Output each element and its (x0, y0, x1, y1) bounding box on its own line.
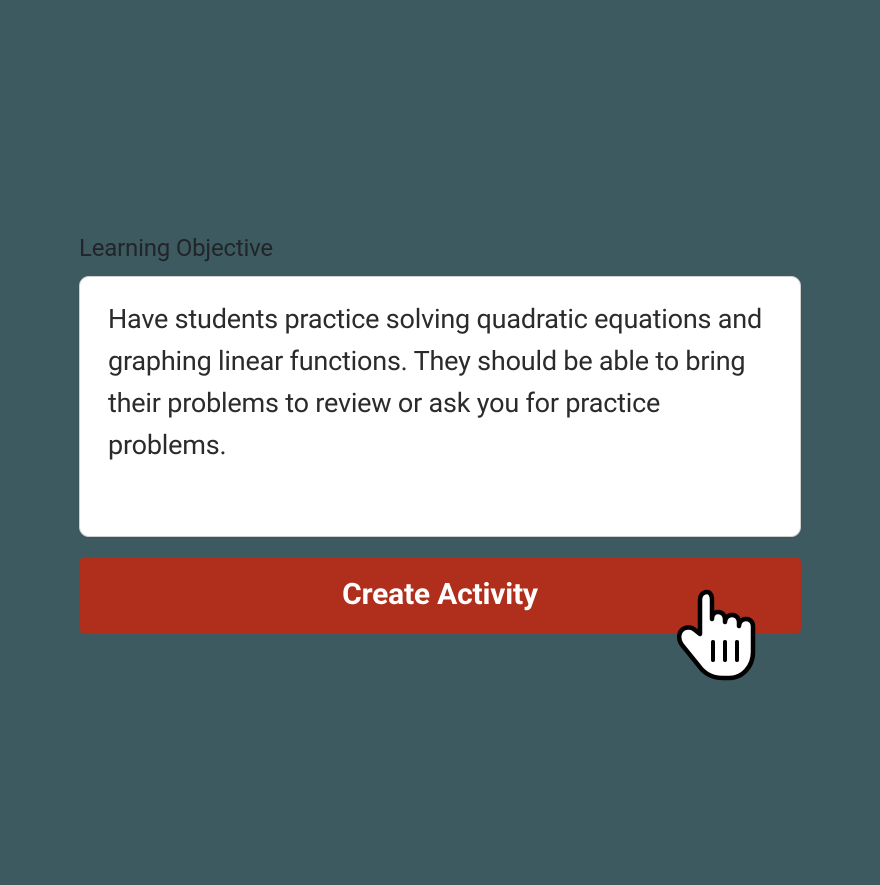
learning-objective-form: Learning Objective Have students practic… (79, 234, 801, 634)
create-activity-button[interactable]: Create Activity (79, 557, 801, 634)
learning-objective-input[interactable]: Have students practice solving quadratic… (79, 276, 801, 537)
field-label: Learning Objective (79, 234, 801, 262)
